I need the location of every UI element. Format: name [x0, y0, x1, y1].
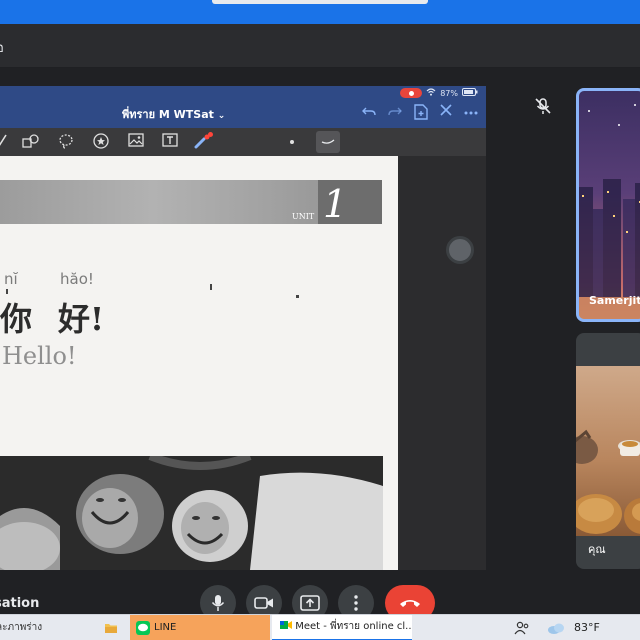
microphone-icon [211, 595, 225, 611]
more-options-icon[interactable] [464, 104, 478, 124]
line-app-icon [136, 621, 150, 635]
stroke-style-icon[interactable] [316, 131, 340, 153]
redo-icon[interactable] [388, 104, 402, 124]
hanzi-ni: 你 [0, 300, 33, 338]
video-camera-icon [254, 597, 273, 609]
self-view-name: คุณ [588, 543, 606, 556]
close-icon[interactable] [440, 104, 452, 124]
pinyin-ni: nĭ [4, 270, 18, 288]
windows-taskbar: ละภาพร่าง LINE Meet - พี่ทราย online cl.… [0, 614, 640, 640]
unit-number: 1 [323, 182, 348, 226]
taskbar-meet-app[interactable]: Meet - พี่ทราย online cl... [272, 615, 412, 640]
google-meet-icon [280, 621, 292, 629]
taskbar-search[interactable]: ละภาพร่าง [0, 615, 96, 640]
more-vert-icon [354, 595, 358, 611]
taskbar-line-label[interactable]: LINE [136, 615, 176, 640]
presenter-pointer [446, 236, 474, 264]
meet-header: อ [0, 24, 640, 68]
screen: อ 87% พี่ทราย M WTSat ⌄ [0, 0, 640, 640]
lasso-tool-icon[interactable] [58, 133, 74, 153]
weather-temperature[interactable]: 83°F [574, 615, 600, 640]
meeting-title: sation [0, 596, 40, 611]
unit-label: UNIT [292, 212, 315, 221]
title-tools [362, 104, 478, 124]
document-title-text: พี่ทราย M WTSat [122, 108, 214, 121]
english-greeting: Hello! [2, 342, 77, 370]
meet-label-text: Meet - พี่ทราย online cl... [295, 621, 412, 632]
scan-speck [6, 289, 8, 294]
browser-tab-indicator[interactable] [212, 0, 428, 4]
scan-speck [296, 295, 299, 298]
document-title[interactable]: พี่ทราย M WTSat ⌄ [122, 105, 225, 123]
shapes-tool-icon[interactable] [22, 133, 40, 153]
pen-tool-icon[interactable] [0, 133, 8, 151]
file-explorer-icon[interactable] [104, 615, 118, 640]
participant-tile[interactable]: Samerjit [576, 88, 640, 322]
hanzi-hao: 好! [58, 300, 105, 338]
hang-up-icon [400, 600, 420, 607]
textbook-photo [0, 456, 383, 570]
scan-speck [210, 284, 212, 290]
participant-name: Samerjit [589, 294, 640, 307]
pinyin-hao: hăo! [60, 270, 94, 288]
shared-screen[interactable]: 87% พี่ทราย M WTSat ⌄ UNIT 1 nĭ hăo! 你 好… [0, 86, 486, 570]
battery-icon [462, 88, 478, 98]
ipad-status-bar: 87% [400, 88, 478, 98]
people-icon[interactable] [514, 615, 530, 640]
text-tool-icon[interactable] [162, 133, 178, 151]
laser-active-badge [208, 132, 213, 137]
ipad-titlebar: 87% พี่ทราย M WTSat ⌄ [0, 86, 486, 128]
line-label-text: LINE [154, 622, 177, 633]
annotation-toolbar [0, 128, 486, 156]
wifi-icon [426, 88, 436, 98]
self-view-background [576, 366, 640, 536]
self-view-tile[interactable]: คุณ [576, 333, 640, 569]
add-page-icon[interactable] [414, 104, 428, 124]
dot-size-icon[interactable] [290, 140, 294, 144]
image-tool-icon[interactable] [128, 133, 144, 151]
sticker-tool-icon[interactable] [92, 133, 110, 153]
chevron-down-icon: ⌄ [217, 111, 226, 121]
header-text: อ [0, 37, 4, 58]
mic-off-icon [533, 96, 553, 116]
weather-cloud-icon[interactable] [546, 615, 566, 640]
browser-top-strip [0, 0, 640, 24]
present-screen-icon [300, 595, 320, 611]
textbook-page[interactable]: UNIT 1 nĭ hăo! 你 好! Hello! [0, 156, 398, 570]
undo-icon[interactable] [362, 104, 376, 124]
battery-percent: 87% [440, 88, 458, 98]
recording-indicator [400, 88, 423, 98]
